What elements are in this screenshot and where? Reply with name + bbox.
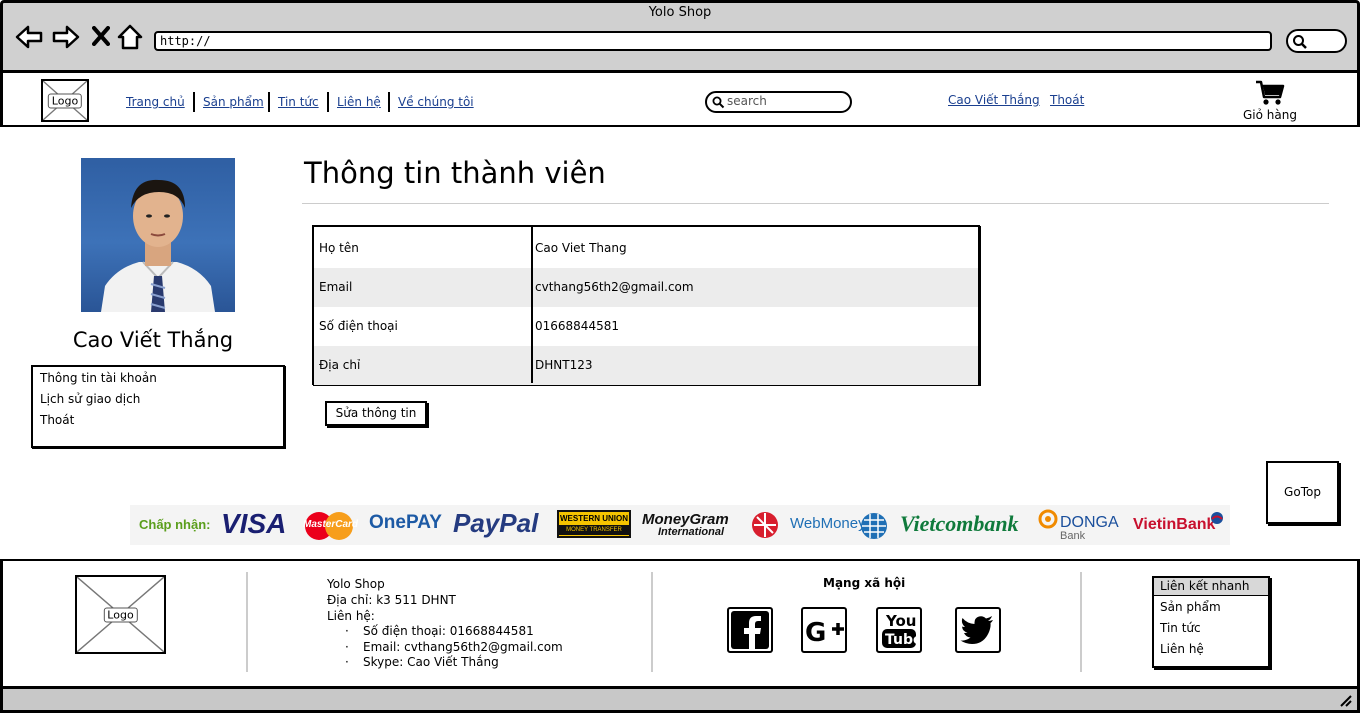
search-placeholder: search <box>727 94 767 108</box>
webmoney-globe-icon <box>858 511 890 545</box>
row-value: 01668844581 <box>535 319 619 333</box>
footer-email: Email: cvthang56th2@gmail.com <box>363 640 563 654</box>
go-top-button[interactable]: GoTop <box>1266 461 1339 524</box>
mastercard-logo: MasterCard <box>300 511 358 541</box>
table-row: Email cvthang56th2@gmail.com <box>314 268 978 307</box>
nav-separator <box>268 92 270 112</box>
svg-text:G: G <box>805 618 826 648</box>
quick-links-panel: Liên kết nhanh Sản phẩm Tin tức Liên hệ <box>1152 576 1270 668</box>
table-column-divider <box>531 227 533 383</box>
youtube-icon[interactable]: You Tube <box>876 607 923 653</box>
quick-links-header: Liên kết nhanh <box>1154 578 1268 596</box>
menu-item-account-info[interactable]: Thông tin tài khoản <box>40 371 157 385</box>
address-bar[interactable]: http:// <box>154 31 1272 51</box>
resize-grip-icon[interactable] <box>1338 692 1352 711</box>
webmoney-logo: WebMoney <box>790 515 866 532</box>
table-row: Họ tên Cao Viet Thang <box>314 229 978 268</box>
nav-separator <box>327 92 329 112</box>
bullet: · <box>345 640 349 654</box>
vietcombank-logo: Vietcombank <box>900 511 1019 536</box>
profile-name: Cao Viết Thắng <box>72 328 234 352</box>
nav-about[interactable]: Về chúng tôi <box>398 95 474 109</box>
vietinbank-logo: VietinBank <box>1133 516 1216 533</box>
twitter-icon[interactable] <box>955 607 1001 653</box>
footer-address: Địa chỉ: k3 511 DHNT <box>327 593 456 607</box>
logout-link[interactable]: Thoát <box>1050 93 1084 107</box>
user-name-link[interactable]: Cao Viết Thắng <box>948 93 1040 107</box>
svg-text:You: You <box>885 612 916 630</box>
member-info-table: Họ tên Cao Viet Thang Email cvthang56th2… <box>312 225 980 385</box>
home-icon[interactable] <box>117 24 143 54</box>
footer-skype: Skype: Cao Viết Thắng <box>363 655 499 669</box>
row-label: Địa chỉ <box>319 358 361 372</box>
donga-sun-icon <box>1036 507 1060 535</box>
nav-news[interactable]: Tin tức <box>278 95 319 109</box>
forward-arrow-icon[interactable] <box>52 24 80 55</box>
account-menu: Thông tin tài khoản Lịch sử giao dịch Th… <box>31 365 285 448</box>
quick-link-news[interactable]: Tin tức <box>1160 621 1201 635</box>
donga-bank-label: Bank <box>1060 530 1086 542</box>
cart-label[interactable]: Giỏ hàng <box>1243 108 1297 122</box>
title-divider <box>302 203 1329 204</box>
payment-methods-strip: Chấp nhận: VISA MasterCard OnePAY PayPal… <box>130 505 1230 545</box>
vietinbank-badge-icon <box>1210 510 1224 529</box>
window-title: Yolo Shop <box>648 5 712 20</box>
status-bar <box>0 686 1360 713</box>
search-icon <box>1293 35 1307 49</box>
table-row: Số điện thoại 01668844581 <box>314 307 978 346</box>
moneygram-globe-icon <box>749 510 781 544</box>
quick-link-contact[interactable]: Liên hệ <box>1160 642 1204 656</box>
table-row: Địa chỉ DHNT123 <box>314 346 978 385</box>
footer-logo: Logo <box>75 575 166 654</box>
nav-separator <box>193 92 195 112</box>
menu-item-logout[interactable]: Thoát <box>40 413 74 427</box>
cart-icon[interactable] <box>1255 80 1285 110</box>
social-title: Mạng xã hội <box>823 576 906 590</box>
paypal-logo: PayPal <box>453 508 539 538</box>
site-logo[interactable]: Logo <box>41 79 89 122</box>
row-label: Số điện thoại <box>319 319 398 333</box>
edit-info-button[interactable]: Sửa thông tin <box>325 401 427 426</box>
menu-item-transaction-history[interactable]: Lịch sử giao dịch <box>40 392 140 406</box>
back-arrow-icon[interactable] <box>15 24 43 55</box>
browser-search-field[interactable] <box>1286 29 1347 53</box>
quick-link-products[interactable]: Sản phẩm <box>1160 600 1221 614</box>
logo-label: Logo <box>47 93 83 108</box>
page-title: Thông tin thành viên <box>304 156 606 190</box>
row-label: Email <box>319 280 353 294</box>
footer-divider <box>246 572 248 672</box>
close-icon[interactable] <box>92 26 110 50</box>
moneygram-international-label: International <box>658 526 725 538</box>
row-label: Họ tên <box>319 241 359 255</box>
row-value: DHNT123 <box>535 358 593 372</box>
accept-label: Chấp nhận: <box>139 517 211 532</box>
nav-contact[interactable]: Liên hệ <box>337 95 381 109</box>
svg-text:Tube: Tube <box>885 632 920 648</box>
bullet: · <box>345 655 349 669</box>
footer-divider <box>651 572 653 672</box>
onepay-logo: OnePAY <box>369 512 442 533</box>
footer-logo-label: Logo <box>103 607 138 622</box>
footer-shop-name: Yolo Shop <box>327 577 385 591</box>
footer-contact-label: Liên hệ: <box>327 609 375 623</box>
footer-phone: Số điện thoại: 01668844581 <box>363 624 534 638</box>
western-union-logo: WESTERN UNION MONEY TRANSFER <box>557 510 631 538</box>
profile-photo <box>81 158 235 312</box>
nav-separator <box>388 92 390 112</box>
facebook-icon[interactable] <box>727 607 773 653</box>
quick-links-title: Liên kết nhanh <box>1160 579 1250 593</box>
row-value: cvthang56th2@gmail.com <box>535 280 694 294</box>
bullet: · <box>345 624 349 638</box>
nav-products[interactable]: Sản phẩm <box>203 95 264 109</box>
footer-divider <box>1080 572 1082 672</box>
nav-home[interactable]: Trang chủ <box>126 95 185 109</box>
search-icon <box>712 96 725 109</box>
row-value: Cao Viet Thang <box>535 241 627 255</box>
google-plus-icon[interactable]: G <box>801 607 847 653</box>
visa-logo: VISA <box>221 508 287 539</box>
